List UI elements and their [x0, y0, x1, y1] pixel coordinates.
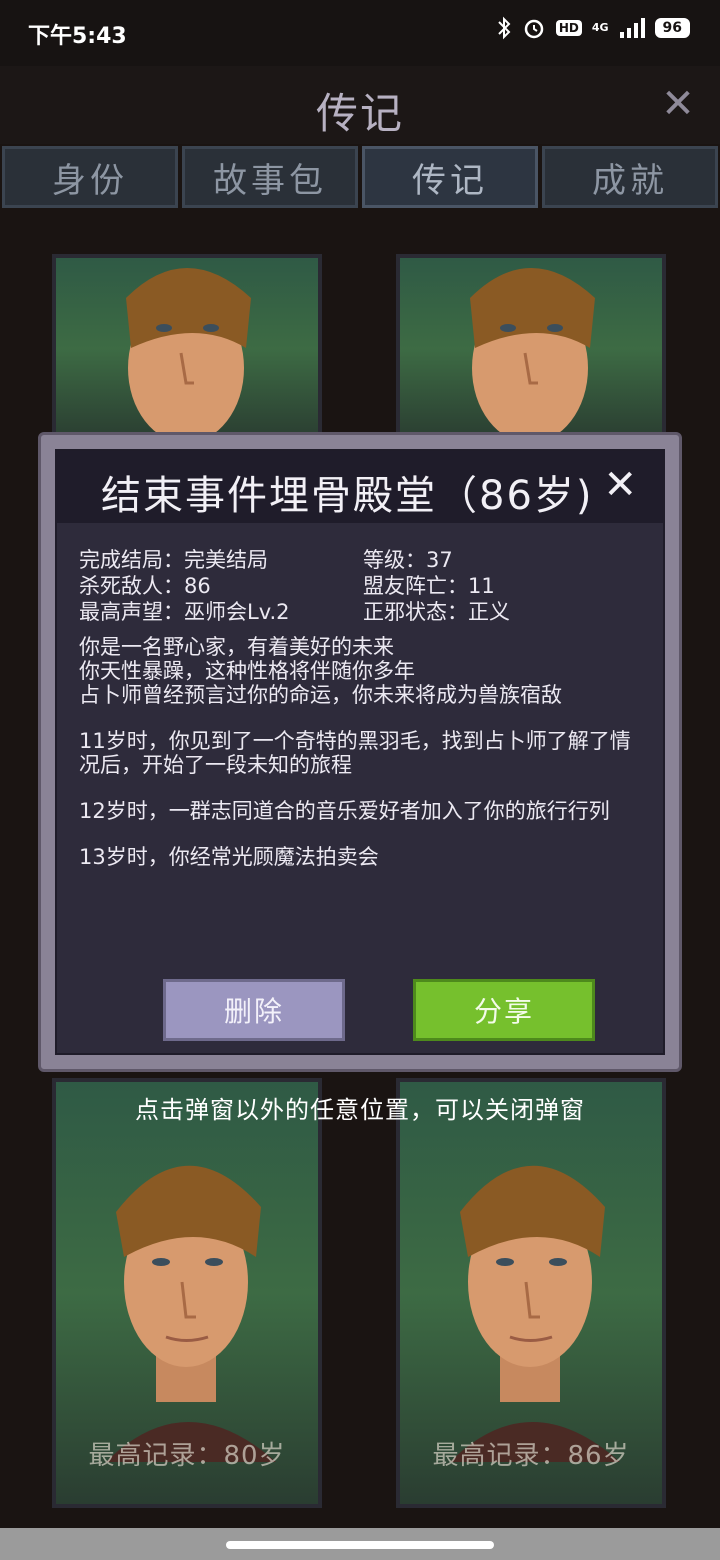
status-bar: 下午5:43 HD 4G 96	[0, 0, 720, 66]
bluetooth-icon	[496, 16, 512, 40]
story-scroll[interactable]: 你是一名野心家，有着美好的未来 你天性暴躁，这种性格将伴随你多年 占卜师曾经预言…	[79, 635, 633, 953]
tab-biography[interactable]: 传记	[362, 146, 538, 208]
signal-icon	[619, 17, 645, 39]
portrait-image	[106, 1165, 276, 1462]
biography-card[interactable]	[396, 254, 666, 444]
dialog-title: 结束事件埋骨殿堂（86岁)	[101, 473, 594, 519]
stat-ally-deaths: 盟友阵亡：11	[363, 574, 495, 598]
story-paragraph: 12岁时，一群志同道合的音乐爱好者加入了你的旅行行列	[79, 799, 610, 823]
status-time: 下午5:43	[28, 24, 127, 49]
battery-level: 96	[654, 18, 690, 38]
portrait-image	[450, 1165, 620, 1462]
card-caption: 最高记录：80岁	[88, 1441, 286, 1471]
home-indicator[interactable]	[226, 1541, 494, 1549]
alarm-icon	[522, 16, 546, 40]
page-title: 传记	[315, 89, 404, 138]
stat-kills: 杀死敌人：86	[79, 574, 211, 598]
status-icons: HD 4G 96	[496, 16, 690, 40]
stats-grid: 完成结局：完美结局 等级：37 杀死敌人：86 盟友阵亡：11 最高声望：巫师会…	[79, 547, 643, 625]
story-paragraph: 你是一名野心家，有着美好的未来 你天性暴躁，这种性格将伴随你多年 占卜师曾经预言…	[79, 635, 562, 707]
network-label: 4G	[591, 21, 609, 34]
biography-card[interactable]	[52, 254, 322, 444]
hd-badge: HD	[555, 20, 582, 36]
header: 传记 ✕	[0, 66, 720, 144]
portrait-image	[126, 268, 251, 440]
tab-identity[interactable]: 身份	[2, 146, 178, 208]
stat-level: 等级：37	[363, 548, 453, 572]
stat-alignment: 正邪状态：正义	[363, 600, 510, 624]
stat-ending: 完成结局：完美结局	[79, 548, 268, 572]
close-hint: 点击弹窗以外的任意位置，可以关闭弹窗	[135, 1096, 585, 1124]
close-icon[interactable]: ✕	[658, 84, 698, 124]
dialog-close-icon[interactable]: ✕	[603, 465, 637, 505]
tab-achievements[interactable]: 成就	[542, 146, 718, 208]
story-paragraph: 13岁时，你经常光顾魔法拍卖会	[79, 845, 379, 869]
tab-bar: 身份 故事包 传记 成就	[0, 146, 720, 212]
story-paragraph: 11岁时，你见到了一个奇特的黑羽毛，找到占卜师了解了情况后，开始了一段未知的旅程	[79, 729, 631, 777]
portrait-image	[470, 268, 595, 440]
biography-dialog: 结束事件埋骨殿堂（86岁) ✕ 完成结局：完美结局 等级：37 杀死敌人：86 …	[38, 432, 682, 1072]
dialog-titlebar: 结束事件埋骨殿堂（86岁) ✕	[57, 451, 663, 523]
biography-card[interactable]: 最高记录：86岁	[396, 1078, 666, 1508]
share-button[interactable]: 分享	[413, 979, 595, 1041]
dialog-body: 结束事件埋骨殿堂（86岁) ✕ 完成结局：完美结局 等级：37 杀死敌人：86 …	[55, 449, 665, 1055]
tab-story-pack[interactable]: 故事包	[182, 146, 358, 208]
stat-reputation: 最高声望：巫师会Lv.2	[79, 600, 290, 624]
biography-card[interactable]: 最高记录：80岁	[52, 1078, 322, 1508]
delete-button[interactable]: 删除	[163, 979, 345, 1041]
story-fade	[79, 933, 633, 959]
card-caption: 最高记录：86岁	[432, 1441, 630, 1471]
